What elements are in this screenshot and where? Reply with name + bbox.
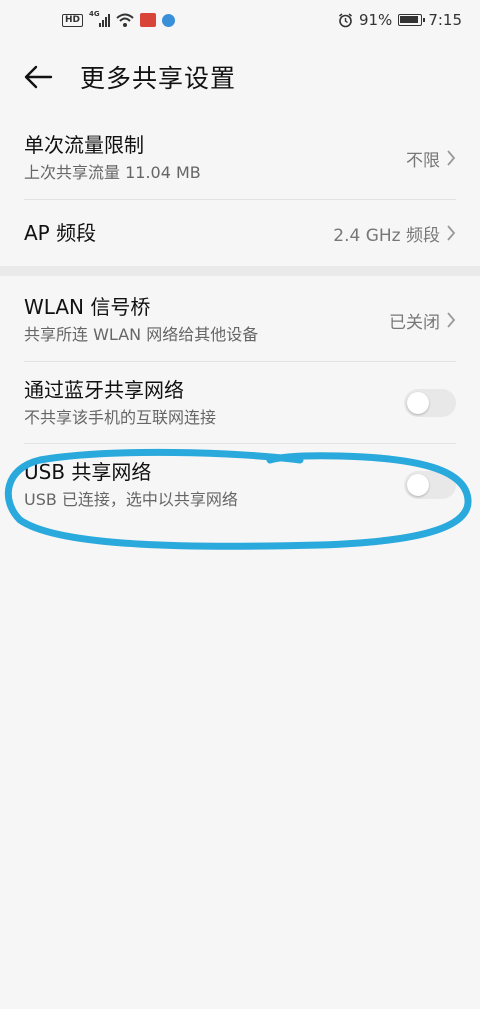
network-type-label: 4G bbox=[89, 10, 100, 18]
usb-tether-title: USB 共享网络 bbox=[24, 460, 152, 484]
wlan-bridge-subtitle: 共享所连 WLAN 网络给其他设备 bbox=[24, 325, 259, 344]
traffic-limit-value: 不限 bbox=[406, 150, 440, 171]
status-right: 91% 7:15 bbox=[338, 11, 462, 29]
status-time: 7:15 bbox=[428, 11, 462, 29]
chevron-right-icon bbox=[447, 150, 456, 166]
battery-percent: 91% bbox=[358, 11, 393, 29]
usb-tether-toggle[interactable] bbox=[404, 471, 456, 499]
traffic-limit-title: 单次流量限制 bbox=[24, 133, 144, 157]
ap-band-row[interactable]: AP 频段 2.4 GHz 频段 bbox=[0, 200, 480, 266]
chevron-right-icon bbox=[447, 225, 456, 241]
page-title: 更多共享设置 bbox=[80, 64, 237, 93]
bluetooth-tether-subtitle: 不共享该手机的互联网连接 bbox=[24, 408, 217, 427]
traffic-limit-subtitle: 上次共享流量 11.04 MB bbox=[24, 163, 201, 182]
wifi-icon bbox=[116, 13, 134, 27]
status-bar: HD 4G 91% 7:15 bbox=[0, 0, 480, 40]
status-left: HD 4G bbox=[62, 10, 176, 27]
hd-icon: HD bbox=[62, 13, 84, 27]
wlan-bridge-row[interactable]: WLAN 信号桥 共享所连 WLAN 网络给其他设备 已关闭 bbox=[0, 278, 480, 362]
signal-icon: 4G bbox=[89, 10, 111, 27]
back-button[interactable] bbox=[8, 48, 68, 106]
app-notification-icon bbox=[162, 13, 176, 27]
usb-tether-subtitle: USB 已连接，选中以共享网络 bbox=[24, 490, 238, 509]
section-separator bbox=[0, 266, 480, 276]
traffic-limit-row[interactable]: 单次流量限制 上次共享流量 11.04 MB 不限 bbox=[0, 116, 480, 200]
usb-tether-row[interactable]: USB 共享网络 USB 已连接，选中以共享网络 bbox=[0, 444, 480, 526]
toggle-knob bbox=[407, 392, 429, 414]
bluetooth-tether-title: 通过蓝牙共享网络 bbox=[24, 378, 184, 402]
settings-group-1: 单次流量限制 上次共享流量 11.04 MB 不限 AP 频段 2.4 GHz … bbox=[0, 116, 480, 266]
toggle-knob bbox=[407, 474, 429, 496]
alarm-icon bbox=[339, 12, 352, 27]
chevron-right-icon bbox=[447, 312, 456, 328]
ap-band-title: AP 频段 bbox=[24, 221, 97, 245]
wlan-bridge-title: WLAN 信号桥 bbox=[24, 295, 151, 319]
header: 更多共享设置 bbox=[0, 48, 480, 106]
wlan-bridge-value: 已关闭 bbox=[389, 312, 440, 333]
back-arrow-icon bbox=[24, 65, 53, 89]
app-notification-icon bbox=[140, 13, 157, 27]
battery-icon bbox=[398, 14, 426, 26]
settings-group-2: WLAN 信号桥 共享所连 WLAN 网络给其他设备 已关闭 通过蓝牙共享网络 … bbox=[0, 278, 480, 526]
ap-band-value: 2.4 GHz 频段 bbox=[333, 225, 440, 246]
bluetooth-tether-row[interactable]: 通过蓝牙共享网络 不共享该手机的互联网连接 bbox=[0, 362, 480, 444]
screen: HD 4G 91% 7:15 更多共享设置 单次流量限制 上次共享流量 11.0… bbox=[0, 0, 480, 1009]
bluetooth-tether-toggle[interactable] bbox=[404, 389, 456, 417]
